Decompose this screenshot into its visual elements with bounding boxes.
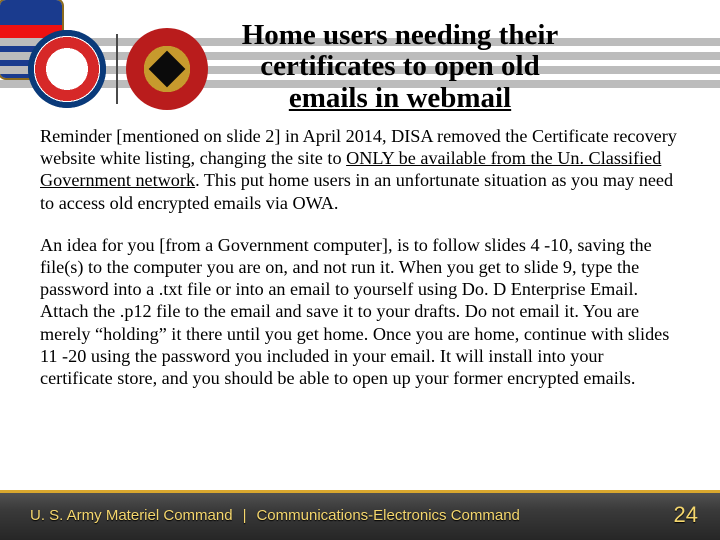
slide: Home users needing their certificates to… <box>0 0 720 540</box>
amc-shield-icon <box>28 30 106 108</box>
footer-content: U. S. Army Materiel Command | Communicat… <box>0 490 720 540</box>
footer-bar: U. S. Army Materiel Command | Communicat… <box>0 490 720 540</box>
header-divider <box>116 34 118 104</box>
footer-left-text: U. S. Army Materiel Command <box>30 507 233 524</box>
footer-center-text: Communications-Electronics Command <box>256 507 519 524</box>
paragraph-2: An idea for you [from a Government compu… <box>40 234 680 389</box>
slide-title: Home users needing their certificates to… <box>190 20 610 114</box>
footer-separator: | <box>243 507 247 524</box>
title-line-2: certificates to open old <box>260 50 539 82</box>
slide-body: Reminder [mentioned on slide 2] in April… <box>40 125 680 409</box>
paragraph-1: Reminder [mentioned on slide 2] in April… <box>40 125 680 214</box>
page-number: 24 <box>674 502 698 528</box>
title-line-3: emails in webmail <box>289 82 511 114</box>
title-line-1: Home users needing their <box>242 19 559 51</box>
